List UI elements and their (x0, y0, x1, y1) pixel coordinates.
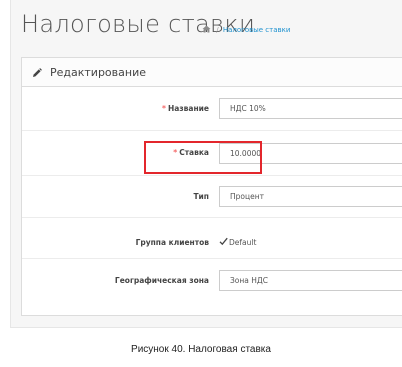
customer-group-label: Группа клиентов (135, 238, 209, 247)
form-row-type: Тип Процент (22, 176, 402, 218)
customer-group-default-option[interactable]: Default (219, 237, 256, 248)
panel-heading: Редактирование (22, 58, 402, 87)
form-row-geo-zone: Географическая зона Зона НДС (22, 259, 402, 303)
breadcrumb-separator: / (216, 26, 219, 34)
name-label: * Название (162, 104, 209, 113)
home-icon[interactable] (202, 25, 211, 35)
form-row-customer-group: Группа клиентов Default (22, 218, 402, 259)
customer-group-option-label: Default (229, 238, 257, 247)
form-row-name: * Название НДС 10% (22, 87, 402, 131)
type-select[interactable]: Процент (219, 186, 402, 207)
type-label: Тип (193, 192, 209, 201)
figure-caption: Рисунок 40. Налоговая ставка (131, 344, 271, 355)
pencil-icon (32, 63, 42, 82)
panel-title: Редактирование (50, 65, 146, 79)
required-mark: * (162, 104, 166, 113)
rate-highlight-frame (144, 141, 262, 174)
checkmark-icon[interactable] (219, 237, 228, 248)
name-input[interactable]: НДС 10% (219, 98, 402, 119)
breadcrumb-link-tax-rates[interactable]: Налоговые ставки (223, 26, 291, 34)
geo-zone-select[interactable]: Зона НДС (219, 270, 402, 291)
edit-panel: Редактирование * Название НДС 10% * Ставка… (21, 57, 402, 316)
breadcrumb: / Налоговые ставки (202, 25, 290, 35)
geo-zone-label: Географическая зона (114, 276, 209, 285)
